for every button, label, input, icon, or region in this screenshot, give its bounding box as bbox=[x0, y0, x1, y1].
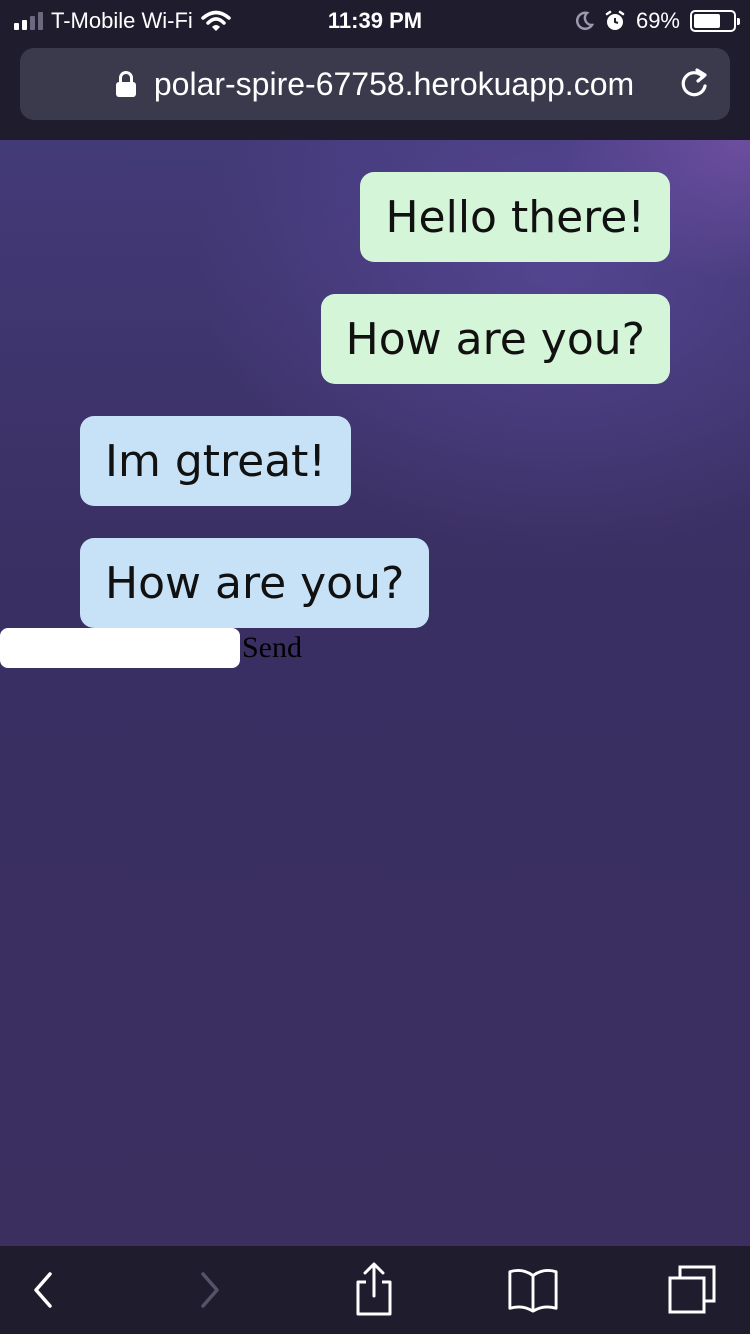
battery-percent: 69% bbox=[635, 8, 680, 33]
battery-fill bbox=[694, 14, 721, 28]
send-button[interactable]: Send bbox=[240, 631, 304, 665]
message-text: How are you? bbox=[105, 557, 405, 609]
bookmarks-button[interactable] bbox=[507, 1264, 559, 1316]
message-text: Hello there! bbox=[385, 191, 645, 243]
chevron-right-icon bbox=[201, 1272, 219, 1308]
status-bar: T-Mobile Wi-Fi 11:39 PM 69% bbox=[0, 0, 750, 42]
share-icon bbox=[356, 1262, 392, 1316]
browser-toolbar bbox=[0, 1246, 750, 1334]
reload-icon[interactable] bbox=[676, 66, 712, 102]
message-input[interactable] bbox=[0, 628, 240, 668]
message-bubble-received: Im gtreat! bbox=[80, 416, 352, 506]
chevron-left-icon bbox=[34, 1272, 52, 1308]
alarm-icon bbox=[605, 10, 625, 30]
book-icon bbox=[508, 1268, 558, 1313]
share-button[interactable] bbox=[348, 1262, 400, 1316]
message-text: How are you? bbox=[345, 313, 645, 365]
moon-icon bbox=[575, 11, 594, 30]
back-button[interactable] bbox=[17, 1264, 69, 1316]
chat-area: Hello there! How are you? Im gtreat! How… bbox=[0, 140, 750, 1246]
tabs-button[interactable] bbox=[666, 1264, 718, 1316]
address-bar[interactable]: polar-spire-67758.herokuapp.com bbox=[20, 48, 730, 120]
lock-icon bbox=[115, 71, 136, 97]
message-bubble-sent: How are you? bbox=[320, 294, 670, 384]
message-text: Im gtreat! bbox=[105, 435, 327, 487]
forward-button[interactable] bbox=[184, 1264, 236, 1316]
status-right: 69% bbox=[574, 8, 740, 34]
browser-chrome: T-Mobile Wi-Fi 11:39 PM 69% polar-spire-… bbox=[0, 0, 750, 140]
tabs-icon bbox=[668, 1265, 716, 1314]
battery-icon bbox=[690, 10, 740, 32]
message-bubble-received: How are you? bbox=[80, 538, 430, 628]
url-text: polar-spire-67758.herokuapp.com bbox=[153, 65, 635, 102]
message-bubble-sent: Hello there! bbox=[360, 172, 670, 262]
compose-bar: Send bbox=[0, 628, 304, 668]
